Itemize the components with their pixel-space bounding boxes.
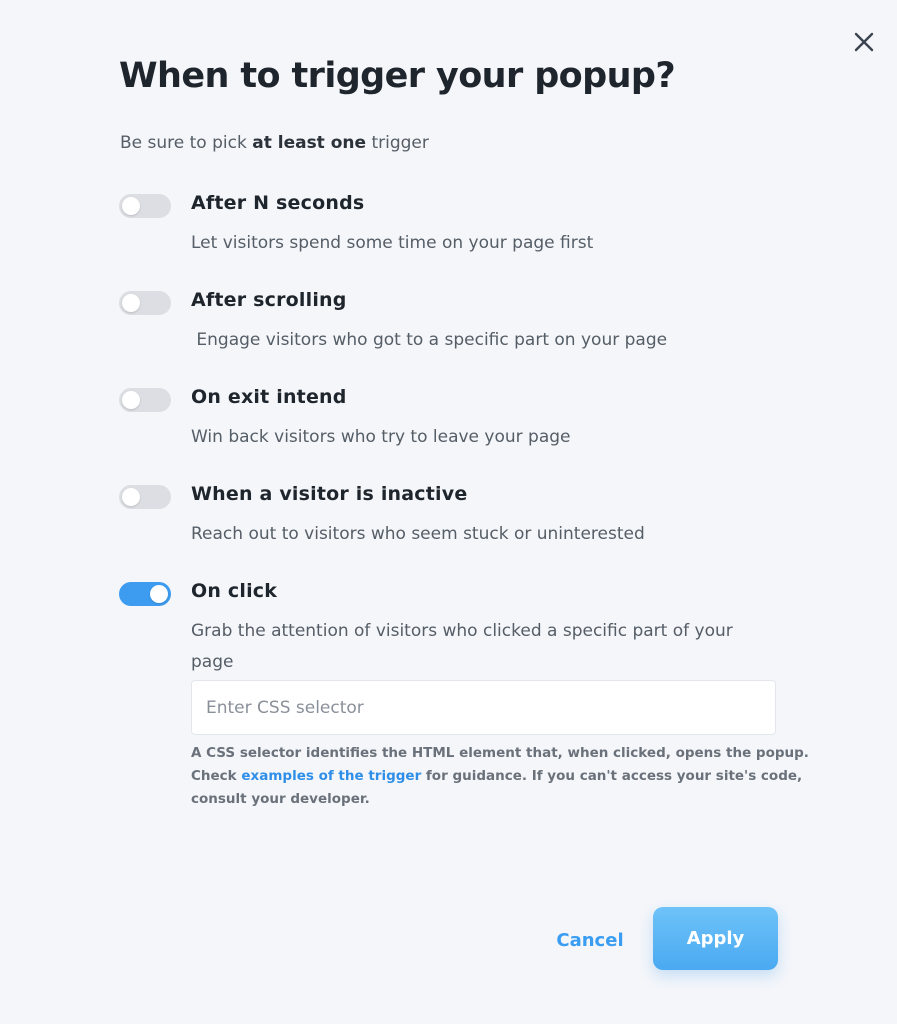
css-selector-hint: A CSS selector identifies the HTML eleme… [191,742,831,811]
subtitle-suffix: trigger [366,133,429,153]
toggle-knob [122,197,140,215]
toggle-knob [122,294,140,312]
toggle-on-click[interactable] [119,582,171,606]
toggle-knob [122,391,140,409]
css-selector-input[interactable] [191,680,776,735]
trigger-description: Let visitors spend some time on your pag… [191,233,594,253]
toggle-knob [122,488,140,506]
trigger-description: Engage visitors who got to a specific pa… [191,330,668,350]
dialog-subtitle: Be sure to pick at least one trigger [120,133,429,153]
subtitle-prefix: Be sure to pick [120,133,253,153]
subtitle-emphasis: at least one [252,133,367,153]
examples-link[interactable]: examples of the trigger [241,768,421,784]
toggle-after-n-seconds[interactable] [119,194,171,218]
trigger-label: When a visitor is inactive [191,483,468,505]
trigger-label: On exit intend [191,386,347,408]
trigger-description: Grab the attention of visitors who click… [191,621,733,672]
apply-button[interactable]: Apply [653,907,778,970]
trigger-description: Reach out to visitors who seem stuck or … [191,524,645,544]
toggle-knob [150,585,168,603]
trigger-label: On click [191,580,278,602]
toggle-on-exit-intend[interactable] [119,388,171,412]
close-button[interactable] [850,28,878,56]
trigger-settings-dialog: When to trigger your popup? Be sure to p… [0,0,897,1024]
toggle-after-scrolling[interactable] [119,291,171,315]
dialog-title: When to trigger your popup? [119,56,676,96]
trigger-description: Win back visitors who try to leave your … [191,427,571,447]
close-icon [854,32,874,52]
cancel-button[interactable]: Cancel [545,920,635,960]
toggle-visitor-inactive[interactable] [119,485,171,509]
trigger-label: After N seconds [191,192,365,214]
trigger-label: After scrolling [191,289,347,311]
